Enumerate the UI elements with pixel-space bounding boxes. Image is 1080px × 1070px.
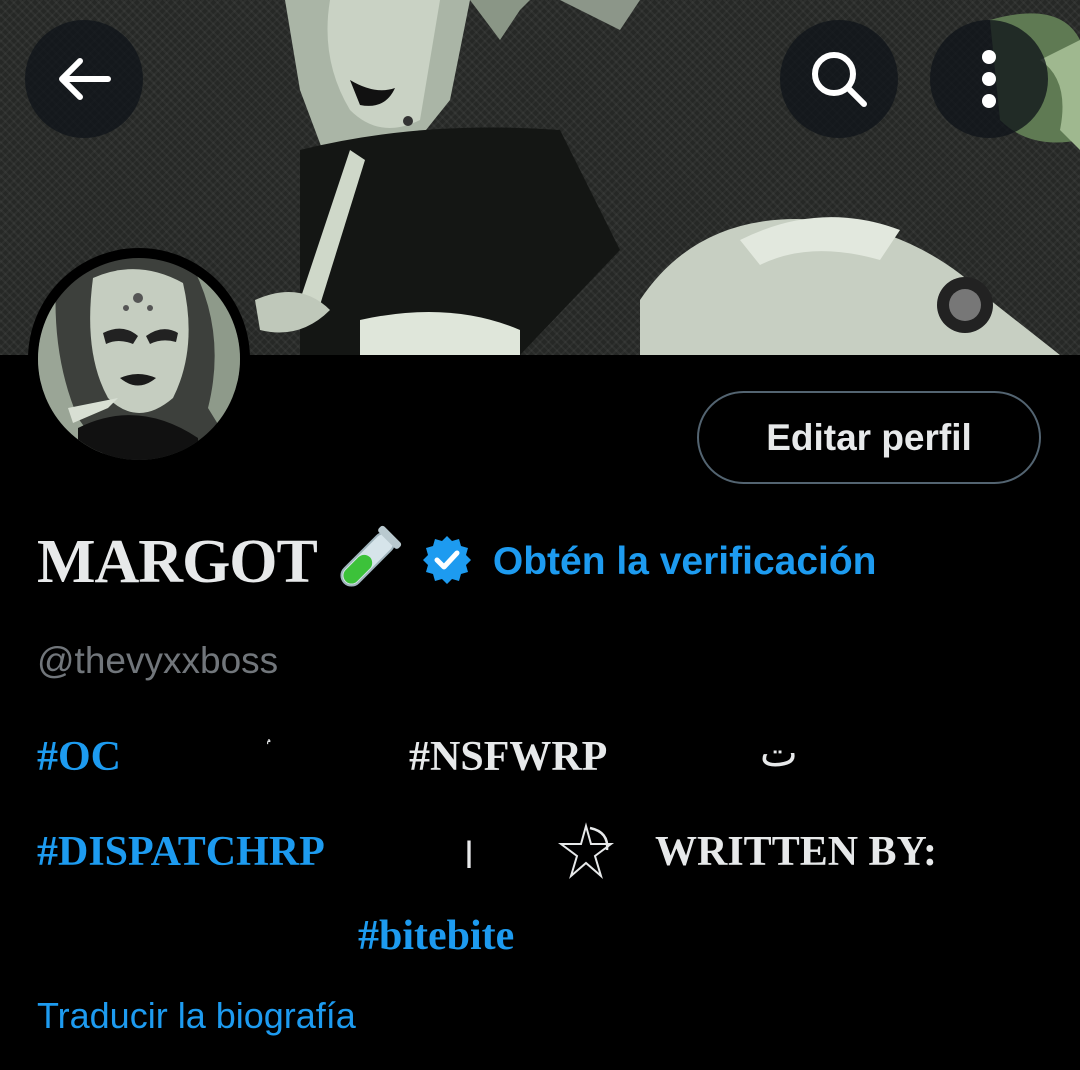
display-name: MARGOT [37,527,318,596]
hashtag-bitebite[interactable]: #bitebite [358,912,514,960]
more-options-button[interactable] [930,20,1048,138]
hashtag-nsfwrp: #NSFWRP [409,734,608,780]
hashtag-oc[interactable]: #OC [37,733,121,781]
bio-glyph-teh: ت [760,730,798,776]
more-vertical-icon [982,50,996,108]
back-button[interactable] [25,20,143,138]
profile-name-row: MARGOT Obtén la verificación [37,522,877,602]
profile-avatar[interactable] [28,248,250,470]
arrow-left-icon [59,58,111,100]
search-icon [812,52,867,107]
search-button[interactable] [780,20,898,138]
get-verified-link[interactable]: Obtén la verificación [493,540,877,584]
translate-bio-link[interactable]: Traducir la biografía [37,995,356,1037]
verified-badge-icon[interactable] [421,534,473,591]
profile-handle: @thevyxxboss [37,640,279,681]
scythe-star-icon [557,822,615,885]
test-tube-icon [331,524,403,601]
hashtag-dispatchrp[interactable]: #DISPATCHRP [37,828,325,876]
avatar-image [38,258,240,460]
bio-glyph-alef: ا [464,836,475,877]
edit-profile-button[interactable]: Editar perfil [697,391,1041,484]
written-by-label: WRITTEN BY: [655,829,938,875]
